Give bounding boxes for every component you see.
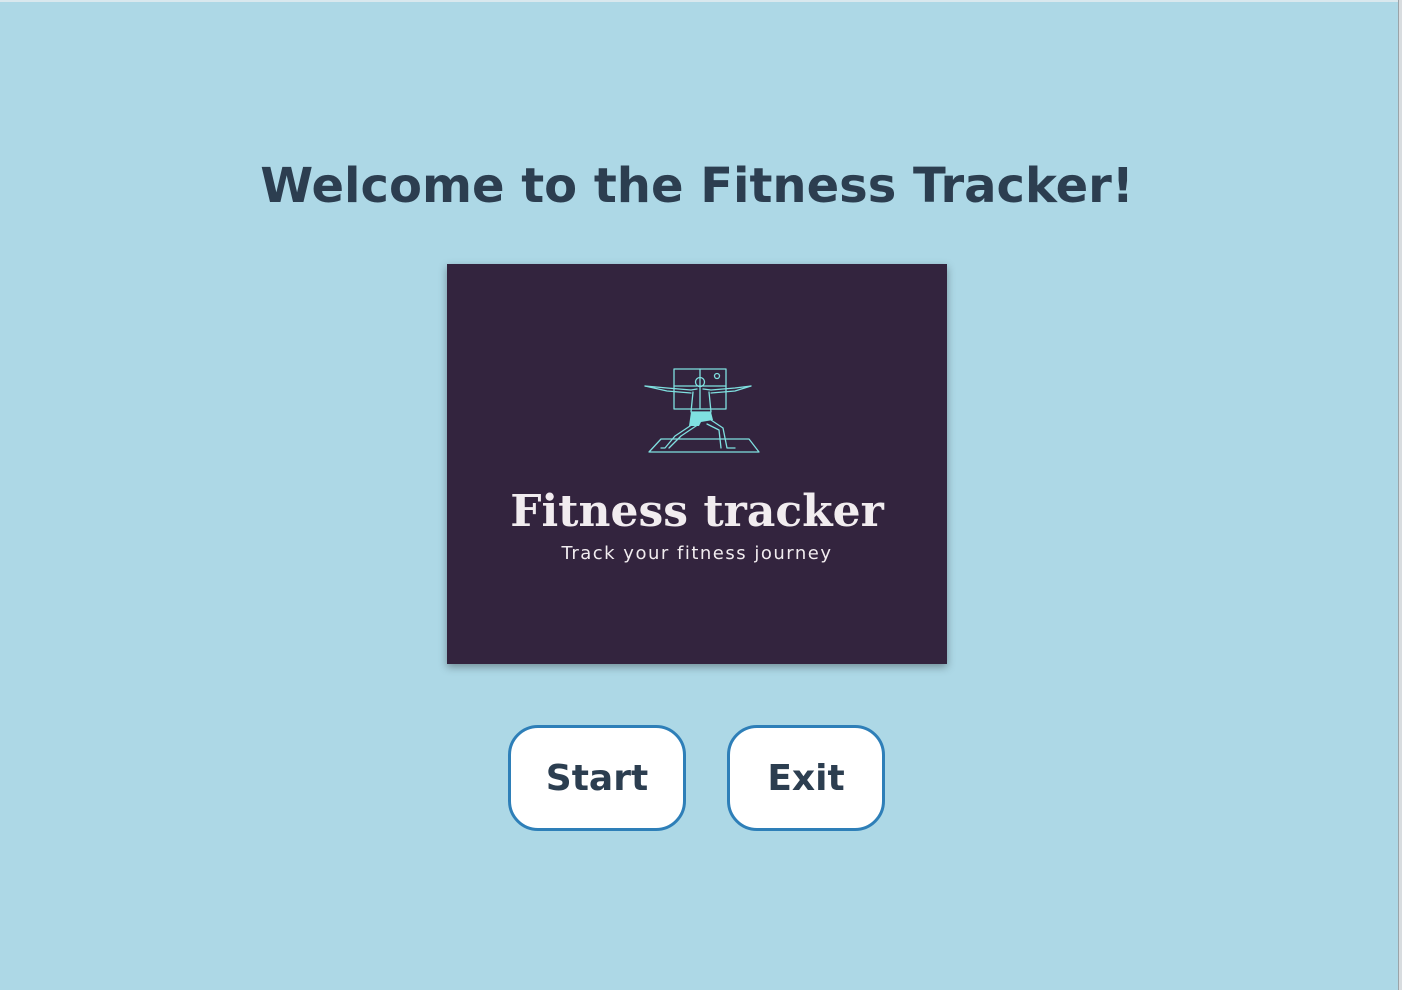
window-top-border — [0, 0, 1402, 2]
app-logo-image: Fitness tracker Track your fitness journ… — [447, 264, 947, 664]
welcome-title: Welcome to the Fitness Tracker! — [260, 158, 1134, 214]
logo-wordmark: Fitness tracker — [510, 486, 884, 537]
logo-tagline: Track your fitness journey — [561, 543, 833, 564]
start-button[interactable]: Start — [508, 725, 686, 831]
window-right-border — [1398, 0, 1402, 990]
yoga-warrior-pose-icon — [644, 368, 760, 453]
exit-button[interactable]: Exit — [727, 725, 885, 831]
